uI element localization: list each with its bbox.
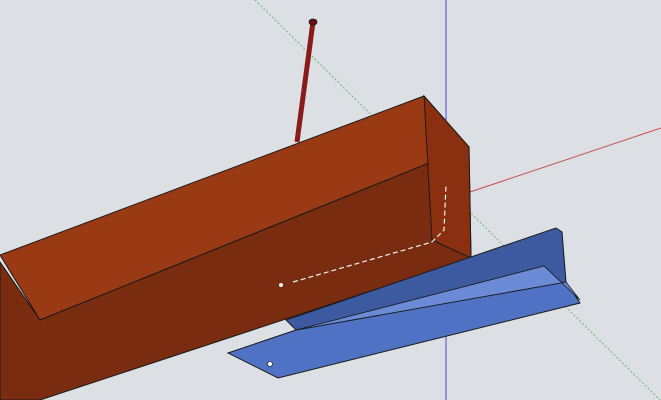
bolt-hole-marker — [279, 283, 283, 287]
bracket-bolt-hole — [267, 361, 273, 367]
3d-scene-canvas[interactable] — [0, 0, 661, 400]
threaded-rod[interactable] — [294, 18, 318, 143]
rod-nut — [308, 18, 318, 26]
red-axis-line — [469, 127, 661, 193]
model-viewport[interactable] — [0, 0, 661, 400]
rod-shaft — [294, 21, 316, 143]
